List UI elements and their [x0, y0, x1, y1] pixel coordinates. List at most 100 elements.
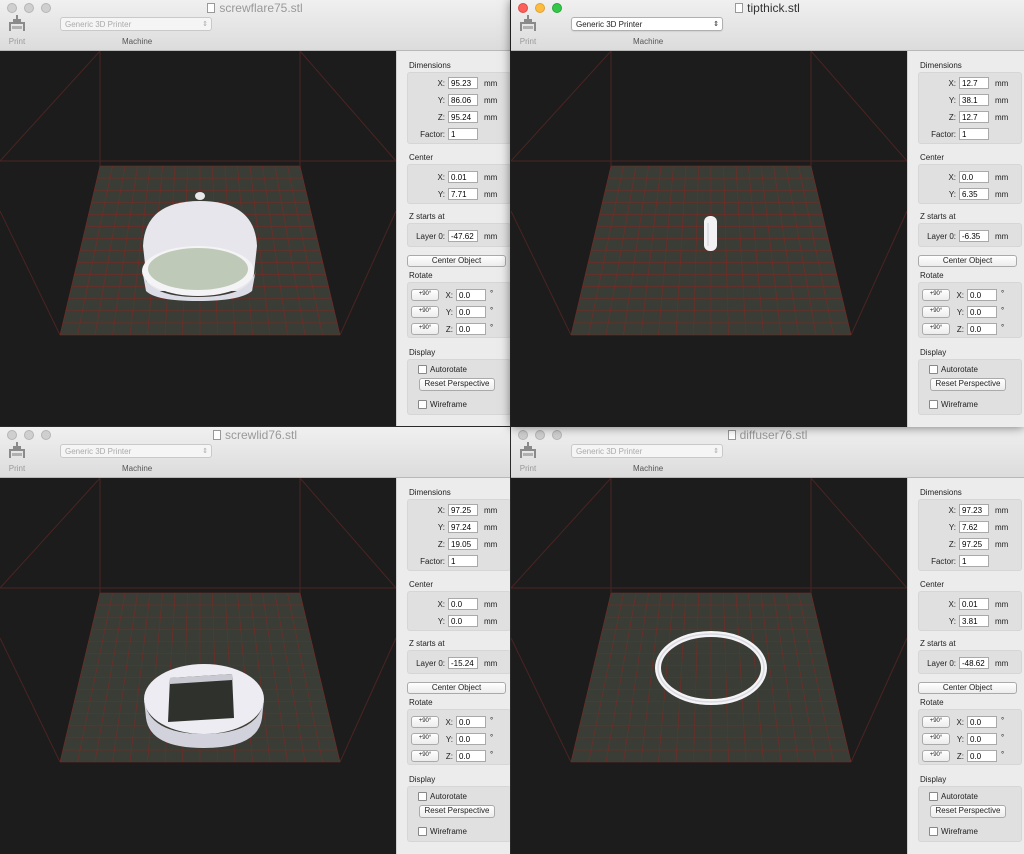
dimension-x-field[interactable]	[448, 504, 478, 516]
dimensions-title: Dimensions	[920, 61, 962, 70]
rotate-x-field[interactable]	[967, 716, 997, 728]
rotate-x-field[interactable]	[967, 289, 997, 301]
print-button[interactable]: Print	[517, 442, 539, 473]
center-y-field[interactable]	[448, 188, 478, 200]
dimension-y-field[interactable]	[959, 521, 989, 533]
3d-viewport[interactable]	[511, 51, 907, 427]
title-bar[interactable]: diffuser76.stl Print Generic 3D Printer ⇕…	[511, 427, 1024, 478]
unit-label: mm	[995, 659, 1009, 668]
scale-factor-field[interactable]	[448, 128, 478, 140]
reset-perspective-button[interactable]: Reset Perspective	[930, 805, 1006, 818]
3d-viewport[interactable]	[511, 478, 907, 854]
center-object-button[interactable]: Center Object	[407, 255, 506, 267]
rotate-x-plus90-button[interactable]: +90°	[411, 289, 439, 301]
properties-panel: Dimensions X: mm Y: mm Z: mm Factor: Cen…	[907, 478, 1024, 854]
layer0-field[interactable]	[959, 230, 989, 242]
print-button[interactable]: Print	[6, 15, 28, 46]
wireframe-checkbox[interactable]	[929, 827, 938, 836]
machine-select[interactable]: Generic 3D Printer ⇕	[60, 17, 212, 31]
dimension-x-field[interactable]	[959, 77, 989, 89]
rotate-z-field[interactable]	[456, 750, 486, 762]
reset-perspective-button[interactable]: Reset Perspective	[930, 378, 1006, 391]
center-x-field[interactable]	[448, 171, 478, 183]
center-y-field[interactable]	[959, 615, 989, 627]
rotate-x-field[interactable]	[456, 289, 486, 301]
rotate-x-plus90-button[interactable]: +90°	[922, 716, 950, 728]
center-object-button[interactable]: Center Object	[407, 682, 506, 694]
reset-perspective-button[interactable]: Reset Perspective	[419, 805, 495, 818]
unit-label: mm	[484, 659, 498, 668]
rotate-x-plus90-button[interactable]: +90°	[411, 716, 439, 728]
rotate-z-field[interactable]	[967, 323, 997, 335]
rotate-z-plus90-button[interactable]: +90°	[922, 323, 950, 335]
degree-label: °	[490, 733, 494, 742]
machine-select[interactable]: Generic 3D Printer ⇕	[571, 17, 723, 31]
layer0-field[interactable]	[959, 657, 989, 669]
print-button[interactable]: Print	[517, 15, 539, 46]
machine-select[interactable]: Generic 3D Printer ⇕	[571, 444, 723, 458]
title-bar[interactable]: tipthick.stl Print Generic 3D Printer ⇕ M…	[511, 0, 1024, 51]
rotate-z-field[interactable]	[456, 323, 486, 335]
rotate-z-field[interactable]	[967, 750, 997, 762]
rotate-z-plus90-button[interactable]: +90°	[411, 323, 439, 335]
unit-label: mm	[995, 173, 1009, 182]
center-x-field[interactable]	[959, 598, 989, 610]
dimension-x-field[interactable]	[959, 504, 989, 516]
wireframe-checkbox[interactable]	[418, 400, 427, 409]
unit-label: mm	[484, 79, 498, 88]
rotate-z-plus90-button[interactable]: +90°	[922, 750, 950, 762]
rotate-y-field[interactable]	[967, 306, 997, 318]
center-x-field[interactable]	[959, 171, 989, 183]
dimension-z-field[interactable]	[959, 538, 989, 550]
autorotate-checkbox[interactable]	[418, 365, 427, 374]
center-y-field[interactable]	[959, 188, 989, 200]
machine-label: Machine	[633, 37, 664, 46]
print-button[interactable]: Print	[6, 442, 28, 473]
wireframe-checkbox[interactable]	[929, 400, 938, 409]
rotate-y-plus90-button[interactable]: +90°	[411, 306, 439, 318]
dimension-y-field[interactable]	[448, 94, 478, 106]
rotate-y-field[interactable]	[456, 306, 486, 318]
center-x-field[interactable]	[448, 598, 478, 610]
center-object-button[interactable]: Center Object	[918, 682, 1017, 694]
rotate-y-plus90-button[interactable]: +90°	[411, 733, 439, 745]
dimension-y-field[interactable]	[448, 521, 478, 533]
layer0-field[interactable]	[448, 657, 478, 669]
autorotate-checkbox[interactable]	[929, 792, 938, 801]
document-icon	[212, 430, 221, 440]
scale-factor-field[interactable]	[959, 128, 989, 140]
3d-viewport[interactable]	[0, 51, 396, 426]
scale-factor-field[interactable]	[959, 555, 989, 567]
rotate-x-plus90-button[interactable]: +90°	[922, 289, 950, 301]
rotate-y-plus90-button[interactable]: +90°	[922, 306, 950, 318]
reset-perspective-button[interactable]: Reset Perspective	[419, 378, 495, 391]
machine-select-value: Generic 3D Printer	[65, 20, 132, 29]
dimension-x-field[interactable]	[448, 77, 478, 89]
dimension-z-field[interactable]	[448, 111, 478, 123]
dimension-z-field[interactable]	[448, 538, 478, 550]
title-bar[interactable]: screwlid76.stl Print Generic 3D Printer ⇕…	[0, 427, 510, 478]
rotate-x-field[interactable]	[456, 716, 486, 728]
dimensions-title: Dimensions	[409, 488, 451, 497]
display-title: Display	[920, 775, 947, 784]
dimension-z-field[interactable]	[959, 111, 989, 123]
center-object-button[interactable]: Center Object	[918, 255, 1017, 267]
unit-label: mm	[484, 113, 498, 122]
3d-viewport[interactable]	[0, 478, 396, 854]
layer0-field[interactable]	[448, 230, 478, 242]
machine-select[interactable]: Generic 3D Printer ⇕	[60, 444, 212, 458]
title-bar[interactable]: screwflare75.stl Print Generic 3D Printe…	[0, 0, 510, 51]
autorotate-checkbox[interactable]	[418, 792, 427, 801]
rotate-y-plus90-button[interactable]: +90°	[922, 733, 950, 745]
rotate-y-field[interactable]	[456, 733, 486, 745]
print-label: Print	[519, 464, 537, 473]
dimension-y-field[interactable]	[959, 94, 989, 106]
document-icon	[727, 430, 736, 440]
display-title: Display	[409, 775, 436, 784]
autorotate-checkbox[interactable]	[929, 365, 938, 374]
center-y-field[interactable]	[448, 615, 478, 627]
wireframe-checkbox[interactable]	[418, 827, 427, 836]
scale-factor-field[interactable]	[448, 555, 478, 567]
rotate-y-field[interactable]	[967, 733, 997, 745]
rotate-z-plus90-button[interactable]: +90°	[411, 750, 439, 762]
